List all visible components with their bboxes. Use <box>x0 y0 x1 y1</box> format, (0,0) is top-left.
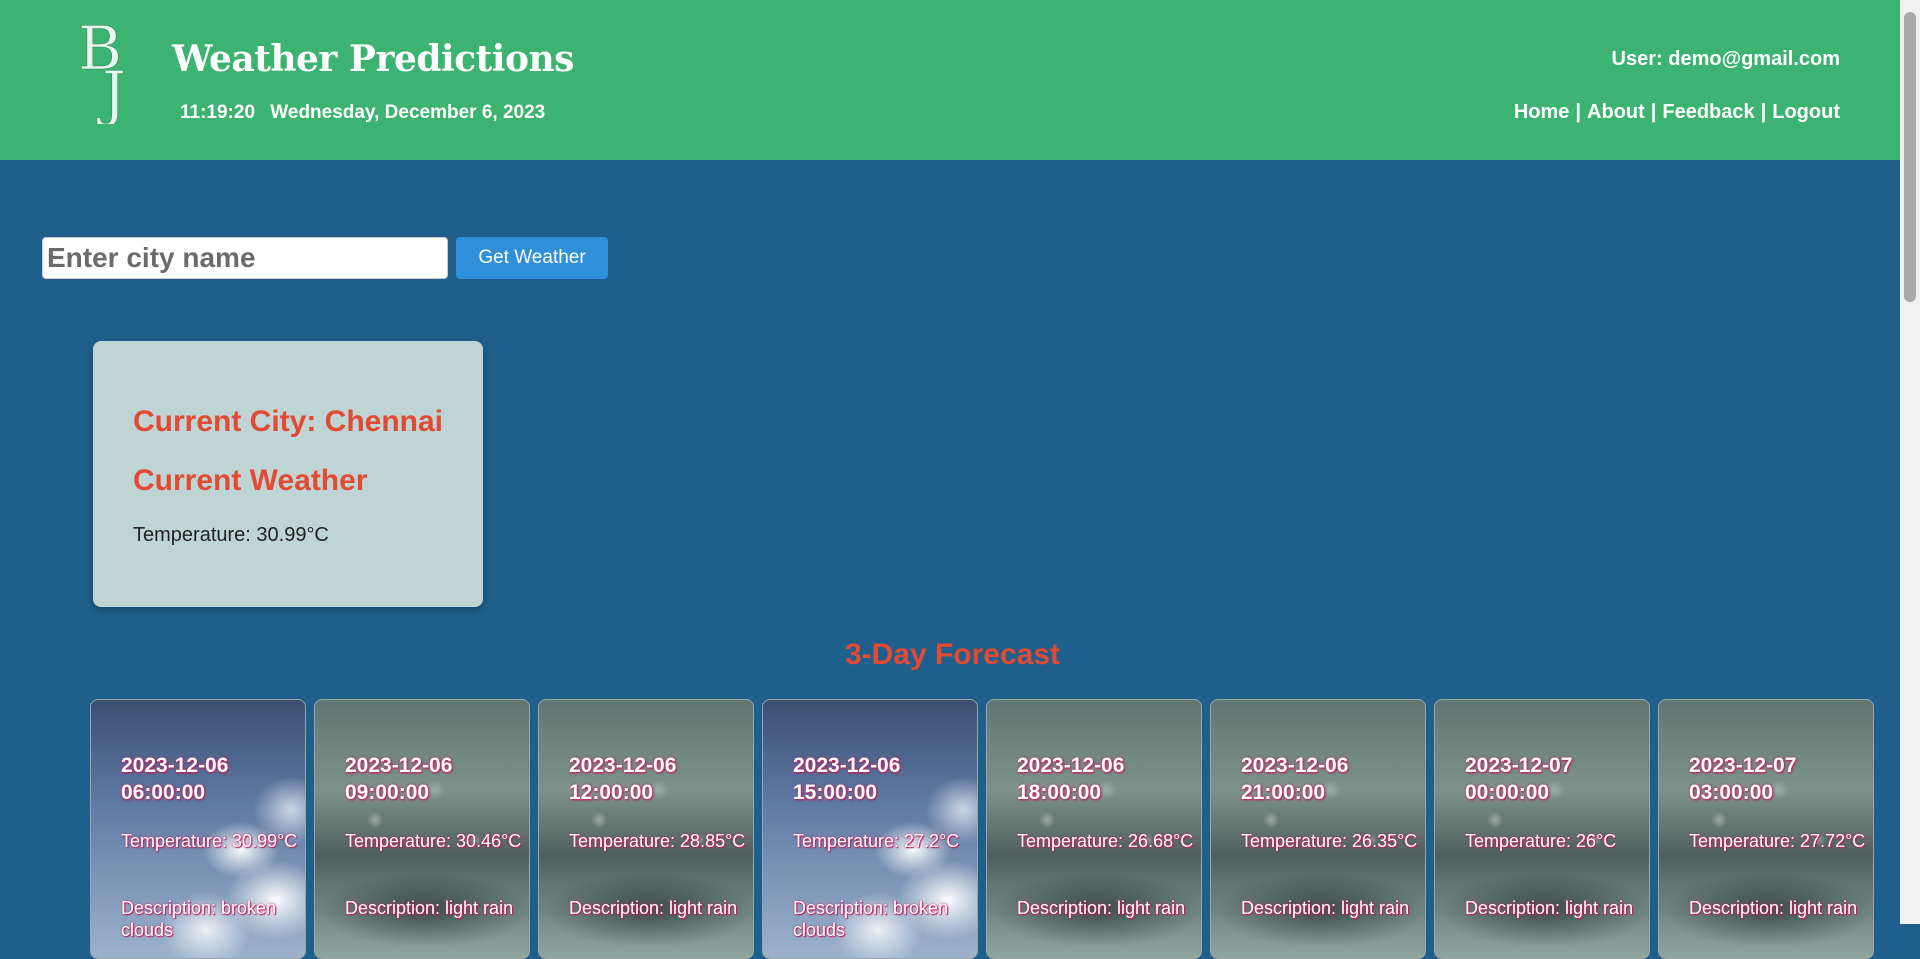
forecast-date: 2023-12-06 <box>1017 754 1125 777</box>
forecast-datetime: 2023-12-06 06:00:00 <box>121 752 301 806</box>
forecast-datetime: 2023-12-06 21:00:00 <box>1241 752 1421 806</box>
forecast-card: 2023-12-06 06:00:00 Temperature: 30.99°C … <box>90 699 306 959</box>
forecast-time: 03:00:00 <box>1689 781 1774 804</box>
forecast-card: 2023-12-06 18:00:00 Temperature: 26.68°C … <box>986 699 1202 959</box>
forecast-description: Description: broken clouds <box>121 898 277 940</box>
nav-separator: | <box>1760 101 1767 123</box>
forecast-date: 2023-12-07 <box>1689 754 1797 777</box>
forecast-time: 12:00:00 <box>569 781 654 804</box>
forecast-description: Description: light rain <box>1241 898 1410 918</box>
page-scrollbar[interactable] <box>1900 0 1920 924</box>
forecast-temperature: Temperature: 27.72°C <box>1689 831 1866 851</box>
nav-about-link[interactable]: About <box>1587 101 1645 124</box>
current-weather-card: Current City: Chennai Current Weather Te… <box>93 341 483 607</box>
forecast-date: 2023-12-06 <box>793 754 901 777</box>
forecast-datetime: 2023-12-06 12:00:00 <box>569 752 749 806</box>
forecast-datetime: 2023-12-06 15:00:00 <box>793 752 973 806</box>
forecast-card: 2023-12-07 00:00:00 Temperature: 26°C Des… <box>1434 699 1650 959</box>
forecast-time: 00:00:00 <box>1465 781 1550 804</box>
nav-separator: | <box>1575 101 1581 123</box>
nav-separator: | <box>1650 101 1657 123</box>
forecast-card: 2023-12-06 21:00:00 Temperature: 26.35°C … <box>1210 699 1426 959</box>
forecast-temperature: Temperature: 26.35°C <box>1241 831 1418 851</box>
forecast-temperature: Temperature: 30.99°C <box>121 831 298 851</box>
current-temperature: Temperature: 30.99°C <box>133 524 329 546</box>
forecast-time: 06:00:00 <box>121 781 206 804</box>
user-label: User: demo@gmail.com <box>1611 48 1840 70</box>
current-weather-heading: Current Weather <box>133 464 368 497</box>
forecast-description: Description: light rain <box>1689 898 1858 918</box>
forecast-temperature: Temperature: 26°C <box>1465 831 1617 851</box>
forecast-temperature: Temperature: 26.68°C <box>1017 831 1194 851</box>
current-city-label: Current City: Chennai <box>133 405 444 438</box>
forecast-description: Description: light rain <box>1017 898 1186 918</box>
forecast-datetime: 2023-12-06 09:00:00 <box>345 752 525 806</box>
nav-home-link[interactable]: Home <box>1514 101 1570 124</box>
forecast-date: 2023-12-06 <box>345 754 453 777</box>
forecast-date: 2023-12-06 <box>569 754 677 777</box>
logo-icon: B J <box>78 14 127 124</box>
forecast-card: 2023-12-07 03:00:00 Temperature: 27.72°C … <box>1658 699 1874 959</box>
city-search-input[interactable] <box>42 237 448 279</box>
clock-date: Wednesday, December 6, 2023 <box>270 102 546 123</box>
forecast-datetime: 2023-12-07 03:00:00 <box>1689 752 1869 806</box>
forecast-card: 2023-12-06 09:00:00 Temperature: 30.46°C … <box>314 699 530 959</box>
forecast-datetime: 2023-12-06 18:00:00 <box>1017 752 1197 806</box>
forecast-date: 2023-12-06 <box>1241 754 1349 777</box>
nav-logout-link[interactable]: Logout <box>1772 101 1840 124</box>
scrollbar-thumb[interactable] <box>1904 12 1916 302</box>
forecast-temperature: Temperature: 30.46°C <box>345 831 522 851</box>
get-weather-button[interactable]: Get Weather <box>456 237 608 279</box>
forecast-temperature: Temperature: 27.2°C <box>793 831 960 851</box>
forecast-card: 2023-12-06 15:00:00 Temperature: 27.2°C D… <box>762 699 978 959</box>
clock: 11:19:20 Wednesday, December 6, 2023 <box>180 102 545 124</box>
forecast-time: 18:00:00 <box>1017 781 1102 804</box>
forecast-datetime: 2023-12-07 00:00:00 <box>1465 752 1645 806</box>
forecast-description: Description: light rain <box>345 898 514 918</box>
forecast-date: 2023-12-07 <box>1465 754 1573 777</box>
forecast-temperature: Temperature: 28.85°C <box>569 831 746 851</box>
forecast-description: Description: broken clouds <box>793 898 949 940</box>
forecast-description: Description: light rain <box>569 898 738 918</box>
nav-menu: Home | About | Feedback | Logout <box>1514 101 1840 124</box>
nav-feedback-link[interactable]: Feedback <box>1662 101 1754 124</box>
app-title: Weather Predictions <box>172 38 574 80</box>
forecast-time: 21:00:00 <box>1241 781 1326 804</box>
clock-time: 11:19:20 <box>180 102 256 123</box>
forecast-time: 15:00:00 <box>793 781 878 804</box>
forecast-date: 2023-12-06 <box>121 754 229 777</box>
header-bar: B J Weather Predictions 11:19:20 Wednesd… <box>0 0 1900 160</box>
forecast-time: 09:00:00 <box>345 781 430 804</box>
forecast-description: Description: light rain <box>1465 898 1634 918</box>
forecast-card: 2023-12-06 12:00:00 Temperature: 28.85°C … <box>538 699 754 959</box>
forecast-heading: 3-Day Forecast <box>844 638 1061 671</box>
